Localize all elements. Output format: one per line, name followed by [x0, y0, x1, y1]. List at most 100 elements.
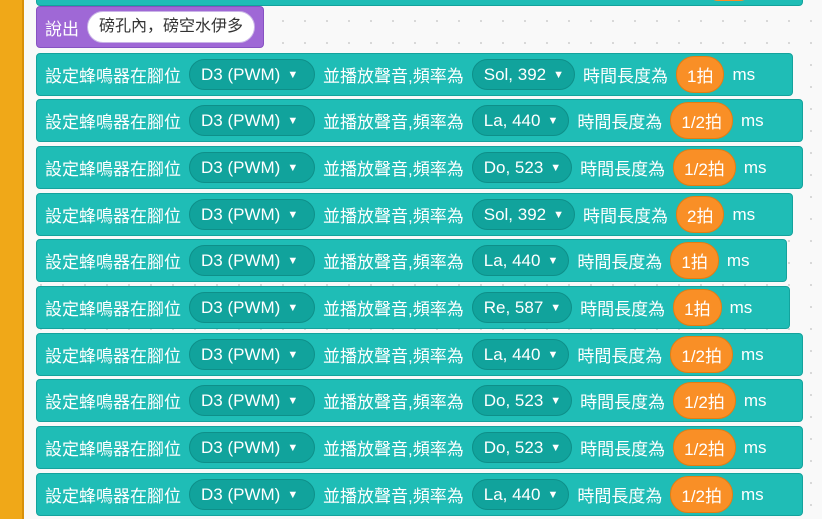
caret-down-icon: ▼ [547, 488, 559, 501]
duration-field[interactable]: 1拍 [676, 56, 725, 93]
duration-field[interactable]: 1/2拍 [670, 102, 733, 139]
caret-down-icon: ▼ [287, 161, 299, 174]
frequency-dropdown[interactable]: Do, 523 ▼ [471, 385, 573, 416]
caret-down-icon: ▼ [547, 254, 559, 267]
pin-dropdown[interactable]: D3 (PWM) ▼ [189, 339, 315, 370]
block-prefix-label: 設定蜂鳴器在腳位 [45, 113, 181, 132]
pin-dropdown[interactable]: D3 (PWM) ▼ [189, 152, 315, 183]
caret-down-icon: ▼ [553, 68, 565, 81]
duration-label: 時間長度為 [577, 113, 663, 132]
frequency-dropdown[interactable]: Do, 523 ▼ [471, 432, 573, 463]
buzzer-play-block[interactable]: 設定蜂鳴器在腳位 D3 (PWM) ▼ 並播放聲音,頻率為 Sol, 392 ▼ 時間長度為… [36, 193, 793, 236]
duration-field[interactable]: 1/2拍 [673, 149, 736, 186]
duration-label: 時間長度為 [577, 253, 663, 272]
block-middle-label: 並播放聲音,頻率為 [323, 207, 464, 226]
frequency-value: La, 440 [483, 484, 541, 504]
pin-dropdown[interactable]: D3 (PWM) ▼ [189, 385, 315, 416]
pin-value: D3 (PWM) [201, 250, 281, 270]
duration-field[interactable]: 1/2拍 [670, 336, 733, 373]
frequency-dropdown[interactable]: La, 440 ▼ [471, 479, 570, 510]
say-block[interactable]: 說出 磅孔內，磅空水伊多 [36, 6, 265, 48]
unit-label: ms [732, 204, 756, 224]
caret-down-icon: ▼ [547, 114, 559, 127]
frequency-value: Do, 523 [483, 390, 544, 410]
pin-value: D3 (PWM) [201, 390, 281, 410]
buzzer-play-block[interactable]: 設定蜂鳴器在腳位 D3 (PWM) ▼ 並播放聲音,頻率為 Do, 523 ▼ 時間長度為 1… [36, 146, 803, 189]
caret-down-icon: ▼ [550, 441, 562, 454]
frequency-dropdown[interactable]: Re, 587 ▼ [471, 292, 573, 323]
frequency-value: Sol, 392 [483, 204, 547, 224]
pin-value: D3 (PWM) [201, 344, 281, 364]
duration-field[interactable]: 1/2拍 [670, 476, 733, 513]
pin-dropdown[interactable]: D3 (PWM) ▼ [189, 105, 315, 136]
block-middle-label: 並播放聲音,頻率為 [323, 300, 464, 319]
pin-dropdown[interactable]: D3 (PWM) ▼ [189, 432, 315, 463]
pin-dropdown[interactable]: D3 (PWM) ▼ [189, 199, 315, 230]
caret-down-icon: ▼ [287, 488, 299, 501]
frequency-dropdown[interactable]: La, 440 ▼ [471, 339, 570, 370]
pin-dropdown[interactable]: D3 (PWM) ▼ [189, 59, 315, 90]
block-prefix-label: 設定蜂鳴器在腳位 [45, 160, 181, 179]
frequency-dropdown[interactable]: Do, 523 ▼ [471, 152, 573, 183]
duration-field[interactable]: 1拍 [673, 289, 722, 326]
frequency-value: Sol, 392 [483, 64, 547, 84]
block-prefix-label: 設定蜂鳴器在腳位 [45, 253, 181, 272]
frequency-dropdown[interactable]: La, 440 ▼ [471, 245, 570, 276]
buzzer-play-block[interactable]: 設定蜂鳴器在腳位 D3 (PWM) ▼ 並播放聲音,頻率為 Do, 523 ▼ 時間長度為 1… [36, 426, 803, 469]
duration-field[interactable]: 1/2拍 [673, 382, 736, 419]
frequency-dropdown[interactable]: La, 440 ▼ [471, 105, 570, 136]
unit-label: ms [741, 484, 764, 504]
pin-value: D3 (PWM) [201, 437, 281, 457]
duration-label: 時間長度為 [580, 393, 666, 412]
duration-label: 時間長度為 [577, 487, 663, 506]
caret-down-icon: ▼ [550, 161, 562, 174]
pin-value: D3 (PWM) [201, 297, 281, 317]
frequency-value: Do, 523 [483, 157, 544, 177]
block-prefix-label: 設定蜂鳴器在腳位 [45, 300, 181, 319]
buzzer-play-block[interactable]: 設定蜂鳴器在腳位 D3 (PWM) ▼ 並播放聲音,頻率為 Re, 587 ▼ 時間長度為 1… [36, 286, 790, 329]
caret-down-icon: ▼ [287, 301, 299, 314]
duration-label: 時間長度為 [577, 347, 663, 366]
pin-value: D3 (PWM) [201, 484, 281, 504]
block-middle-label: 並播放聲音,頻率為 [323, 113, 464, 132]
frequency-dropdown[interactable]: Sol, 392 ▼ [471, 199, 576, 230]
event-hat-block-edge[interactable] [0, 0, 24, 519]
block-prefix-label: 設定蜂鳴器在腳位 [45, 207, 181, 226]
say-text-field[interactable]: 磅孔內，磅空水伊多 [87, 11, 256, 43]
unit-label: ms [732, 64, 756, 84]
buzzer-play-block[interactable]: 設定蜂鳴器在腳位 D3 (PWM) ▼ 並播放聲音,頻率為 Do, 523 ▼ 時間長度為 1… [36, 379, 803, 422]
block-middle-label: 並播放聲音,頻率為 [323, 393, 464, 412]
caret-down-icon: ▼ [287, 254, 299, 267]
buzzer-play-block[interactable]: 設定蜂鳴器在腳位 D3 (PWM) ▼ 並播放聲音,頻率為 La, 440 ▼ 時間長度為 1… [36, 333, 803, 376]
caret-down-icon: ▼ [287, 348, 299, 361]
caret-down-icon: ▼ [287, 114, 299, 127]
buzzer-play-block[interactable]: 設定蜂鳴器在腳位 D3 (PWM) ▼ 並播放聲音,頻率為 Sol, 392 ▼ 時間長度為… [36, 53, 793, 96]
caret-down-icon: ▼ [553, 208, 565, 221]
caret-down-icon: ▼ [287, 441, 299, 454]
frequency-value: La, 440 [483, 344, 541, 364]
pin-value: D3 (PWM) [201, 157, 281, 177]
duration-field[interactable]: 1拍 [670, 242, 719, 279]
pin-value: D3 (PWM) [201, 204, 281, 224]
block-prefix-label: 設定蜂鳴器在腳位 [45, 487, 181, 506]
unit-label: ms [726, 250, 750, 270]
pin-dropdown[interactable]: D3 (PWM) ▼ [189, 479, 315, 510]
frequency-value: La, 440 [483, 110, 541, 130]
duration-label: 時間長度為 [583, 67, 669, 86]
duration-field[interactable]: 1/2拍 [673, 429, 736, 466]
frequency-dropdown[interactable]: Sol, 392 ▼ [471, 59, 576, 90]
duration-label: 時間長度為 [580, 300, 666, 319]
pin-dropdown[interactable]: D3 (PWM) ▼ [189, 292, 315, 323]
pin-dropdown[interactable]: D3 (PWM) ▼ [189, 245, 315, 276]
duration-field[interactable]: 2拍 [676, 196, 725, 233]
buzzer-play-block[interactable]: 設定蜂鳴器在腳位 D3 (PWM) ▼ 並播放聲音,頻率為 La, 440 ▼ 時間長度為 1… [36, 239, 787, 282]
buzzer-play-block[interactable]: 設定蜂鳴器在腳位 D3 (PWM) ▼ 並播放聲音,頻率為 La, 440 ▼ 時間長度為 1… [36, 99, 803, 142]
unit-label: ms [741, 110, 764, 130]
buzzer-play-block[interactable]: 設定蜂鳴器在腳位 D3 (PWM) ▼ 並播放聲音,頻率為 La, 440 ▼ 時間長度為 1… [36, 473, 803, 516]
say-label: 說出 [45, 19, 79, 39]
frequency-value: Do, 523 [483, 437, 544, 457]
caret-down-icon: ▼ [287, 68, 299, 81]
block-middle-label: 並播放聲音,頻率為 [323, 253, 464, 272]
pin-value: D3 (PWM) [201, 64, 281, 84]
caret-down-icon: ▼ [287, 208, 299, 221]
